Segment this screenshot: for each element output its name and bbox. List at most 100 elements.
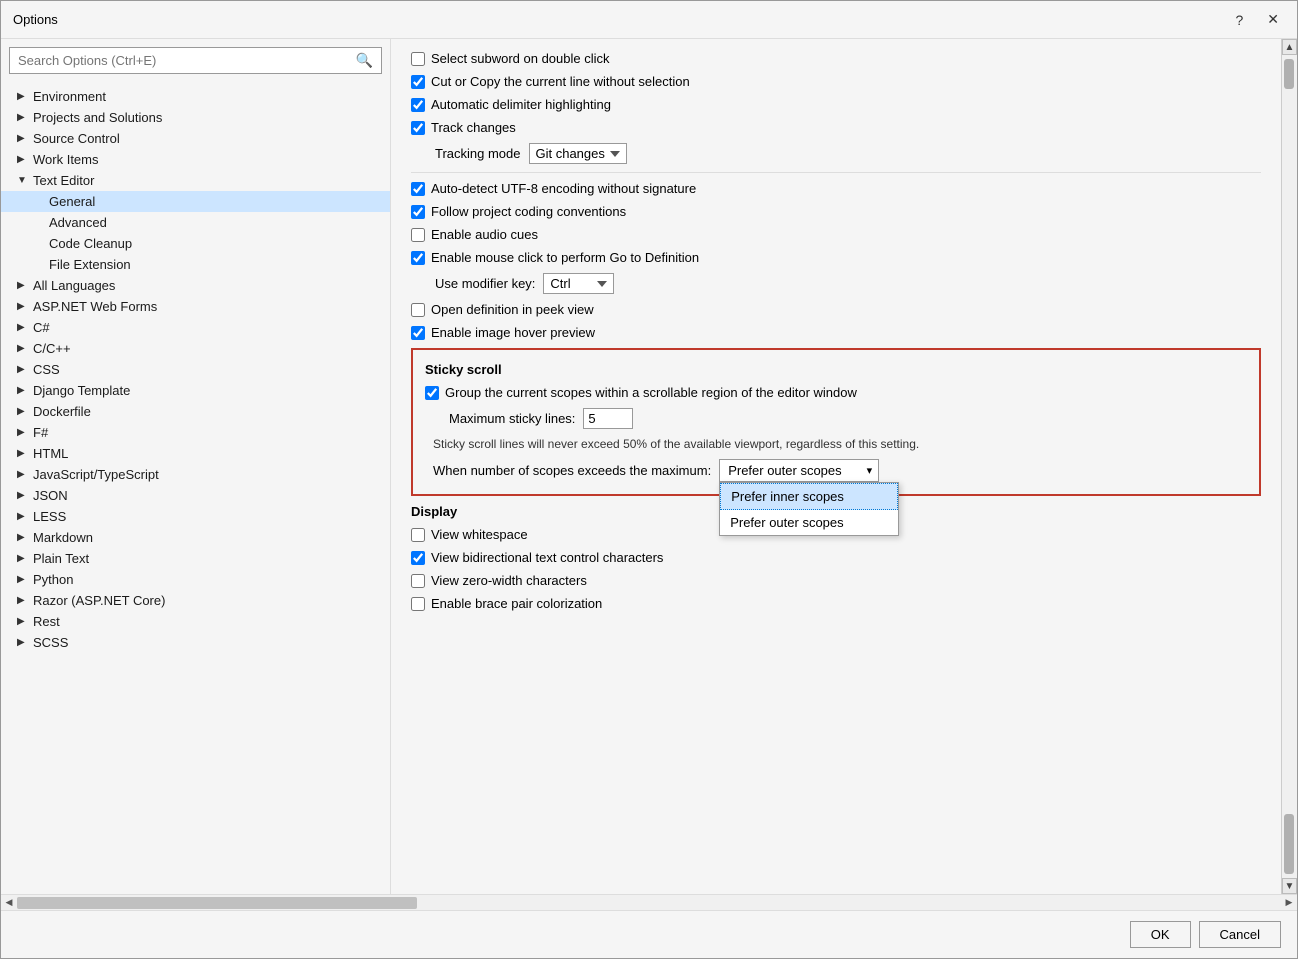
tree-arrow-work-items: ▶ xyxy=(17,154,29,165)
tree-item-fsharp[interactable]: ▶F# xyxy=(1,422,390,443)
checkbox-whitespace[interactable] xyxy=(411,528,425,542)
tree-item-asp-net[interactable]: ▶ASP.NET Web Forms xyxy=(1,296,390,317)
scroll-track xyxy=(1282,55,1297,878)
checkbox-bidi[interactable] xyxy=(411,551,425,565)
tree-item-csharp[interactable]: ▶C# xyxy=(1,317,390,338)
tree-item-js-ts[interactable]: ▶JavaScript/TypeScript xyxy=(1,464,390,485)
tree-arrow-plain-text: ▶ xyxy=(17,553,29,564)
tree-label-less: LESS xyxy=(33,509,66,524)
option-row-utf8: Auto-detect UTF-8 encoding without signa… xyxy=(411,181,1261,196)
dialog-title: Options xyxy=(13,12,58,27)
tree-label-cpp: C/C++ xyxy=(33,341,71,356)
sticky-scroll-hint: Sticky scroll lines will never exceed 50… xyxy=(433,437,1247,451)
tree-item-python[interactable]: ▶Python xyxy=(1,569,390,590)
tree-arrow-less: ▶ xyxy=(17,511,29,522)
tree-item-code-cleanup[interactable]: Code Cleanup xyxy=(1,233,390,254)
tree-item-text-editor[interactable]: ▼Text Editor xyxy=(1,170,390,191)
cancel-button[interactable]: Cancel xyxy=(1199,921,1281,948)
tree-item-projects-solutions[interactable]: ▶Projects and Solutions xyxy=(1,107,390,128)
tree-label-source-control: Source Control xyxy=(33,131,120,146)
search-box[interactable]: 🔍 xyxy=(9,47,382,74)
label-bidi: View bidirectional text control characte… xyxy=(431,550,663,565)
option-row-group-scopes: Group the current scopes within a scroll… xyxy=(425,385,1247,400)
tree-item-css[interactable]: ▶CSS xyxy=(1,359,390,380)
checkbox-group-scopes[interactable] xyxy=(425,386,439,400)
modifier-key-select[interactable]: Ctrl Alt Ctrl+Alt xyxy=(543,273,614,294)
label-follow-project: Follow project coding conventions xyxy=(431,204,626,219)
help-button[interactable]: ? xyxy=(1229,10,1249,30)
h-scroll-thumb[interactable] xyxy=(17,897,417,909)
option-row-image-hover: Enable image hover preview xyxy=(411,325,1261,340)
options-dialog: Options ? ✕ 🔍 ▶Environment▶Projects and … xyxy=(0,0,1298,959)
checkbox-audio[interactable] xyxy=(411,228,425,242)
option-row-zero-width: View zero-width characters xyxy=(411,573,1261,588)
tree-arrow-environment: ▶ xyxy=(17,91,29,102)
checkbox-brace-color[interactable] xyxy=(411,597,425,611)
tree-item-json[interactable]: ▶JSON xyxy=(1,485,390,506)
checkbox-follow-project[interactable] xyxy=(411,205,425,219)
ok-button[interactable]: OK xyxy=(1130,921,1191,948)
tracking-mode-select[interactable]: Git changes Always Never xyxy=(529,143,627,164)
scroll-left-arrow[interactable]: ◀ xyxy=(1,895,17,911)
dialog-footer: OK Cancel xyxy=(1,910,1297,958)
tree-label-code-cleanup: Code Cleanup xyxy=(49,236,132,251)
tree-item-work-items[interactable]: ▶Work Items xyxy=(1,149,390,170)
tree-arrow-css: ▶ xyxy=(17,364,29,375)
modifier-key-label: Use modifier key: xyxy=(435,276,535,291)
tree-item-rest[interactable]: ▶ Rest xyxy=(1,611,390,632)
checkbox-select-subword[interactable] xyxy=(411,52,425,66)
max-lines-label: Maximum sticky lines: xyxy=(449,411,575,426)
tree-item-source-control[interactable]: ▶Source Control xyxy=(1,128,390,149)
close-button[interactable]: ✕ xyxy=(1261,9,1285,30)
tree-item-environment[interactable]: ▶Environment xyxy=(1,86,390,107)
tree-item-cpp[interactable]: ▶C/C++ xyxy=(1,338,390,359)
tree-item-all-languages[interactable]: ▶ All Languages xyxy=(1,275,390,296)
tree-arrow-all-languages: ▶ xyxy=(17,280,29,291)
left-panel: 🔍 ▶Environment▶Projects and Solutions▶So… xyxy=(1,39,391,894)
tree-item-general[interactable]: General xyxy=(1,191,390,212)
sticky-scroll-title: Sticky scroll xyxy=(425,362,1247,377)
checkbox-goto-def[interactable] xyxy=(411,251,425,265)
tree-item-file-extension[interactable]: File Extension xyxy=(1,254,390,275)
checkbox-cut-copy[interactable] xyxy=(411,75,425,89)
checkbox-zero-width[interactable] xyxy=(411,574,425,588)
vertical-scrollbar: ▲ ▼ xyxy=(1281,39,1297,894)
tree-item-advanced[interactable]: Advanced xyxy=(1,212,390,233)
checkbox-image-hover[interactable] xyxy=(411,326,425,340)
max-lines-input[interactable] xyxy=(583,408,633,429)
tree-arrow-asp-net: ▶ xyxy=(17,301,29,312)
scope-dropdown-btn[interactable]: Prefer outer scopes xyxy=(719,459,879,482)
tree-label-razor: Razor (ASP.NET Core) xyxy=(33,593,165,608)
scroll-thumb-top[interactable] xyxy=(1284,59,1294,89)
tree-arrow-js-ts: ▶ xyxy=(17,469,29,480)
max-lines-row: Maximum sticky lines: xyxy=(449,408,1247,429)
scope-option-outer[interactable]: Prefer outer scopes xyxy=(720,510,898,535)
scroll-right-arrow[interactable]: ▶ xyxy=(1281,895,1297,911)
scroll-thumb-bottom[interactable] xyxy=(1284,814,1294,874)
tree-label-json: JSON xyxy=(33,488,68,503)
tree-nav: ▶Environment▶Projects and Solutions▶Sour… xyxy=(1,82,390,894)
tree-label-all-languages: All Languages xyxy=(33,278,115,293)
tree-item-dockerfile[interactable]: ▶Dockerfile xyxy=(1,401,390,422)
scroll-up-arrow[interactable]: ▲ xyxy=(1282,39,1297,55)
tree-label-fsharp: F# xyxy=(33,425,48,440)
tree-arrow-razor: ▶ xyxy=(17,595,29,606)
search-input[interactable] xyxy=(18,53,356,68)
tree-arrow-projects-solutions: ▶ xyxy=(17,112,29,123)
tree-item-less[interactable]: ▶ LESS xyxy=(1,506,390,527)
tree-item-plain-text[interactable]: ▶Plain Text xyxy=(1,548,390,569)
tree-item-razor[interactable]: ▶ Razor (ASP.NET Core) xyxy=(1,590,390,611)
tree-arrow-rest: ▶ xyxy=(17,616,29,627)
scroll-down-arrow[interactable]: ▼ xyxy=(1282,878,1297,894)
checkbox-delimiter[interactable] xyxy=(411,98,425,112)
scope-option-inner[interactable]: Prefer inner scopes xyxy=(720,483,898,510)
tree-label-rest: Rest xyxy=(33,614,60,629)
tree-item-scss[interactable]: ▶SCSS xyxy=(1,632,390,653)
scope-dropdown-list: Prefer inner scopes Prefer outer scopes xyxy=(719,482,899,536)
tree-item-markdown[interactable]: ▶Markdown xyxy=(1,527,390,548)
checkbox-peek[interactable] xyxy=(411,303,425,317)
checkbox-track-changes[interactable] xyxy=(411,121,425,135)
tree-item-django[interactable]: ▶Django Template xyxy=(1,380,390,401)
tree-item-html[interactable]: ▶HTML xyxy=(1,443,390,464)
checkbox-utf8[interactable] xyxy=(411,182,425,196)
